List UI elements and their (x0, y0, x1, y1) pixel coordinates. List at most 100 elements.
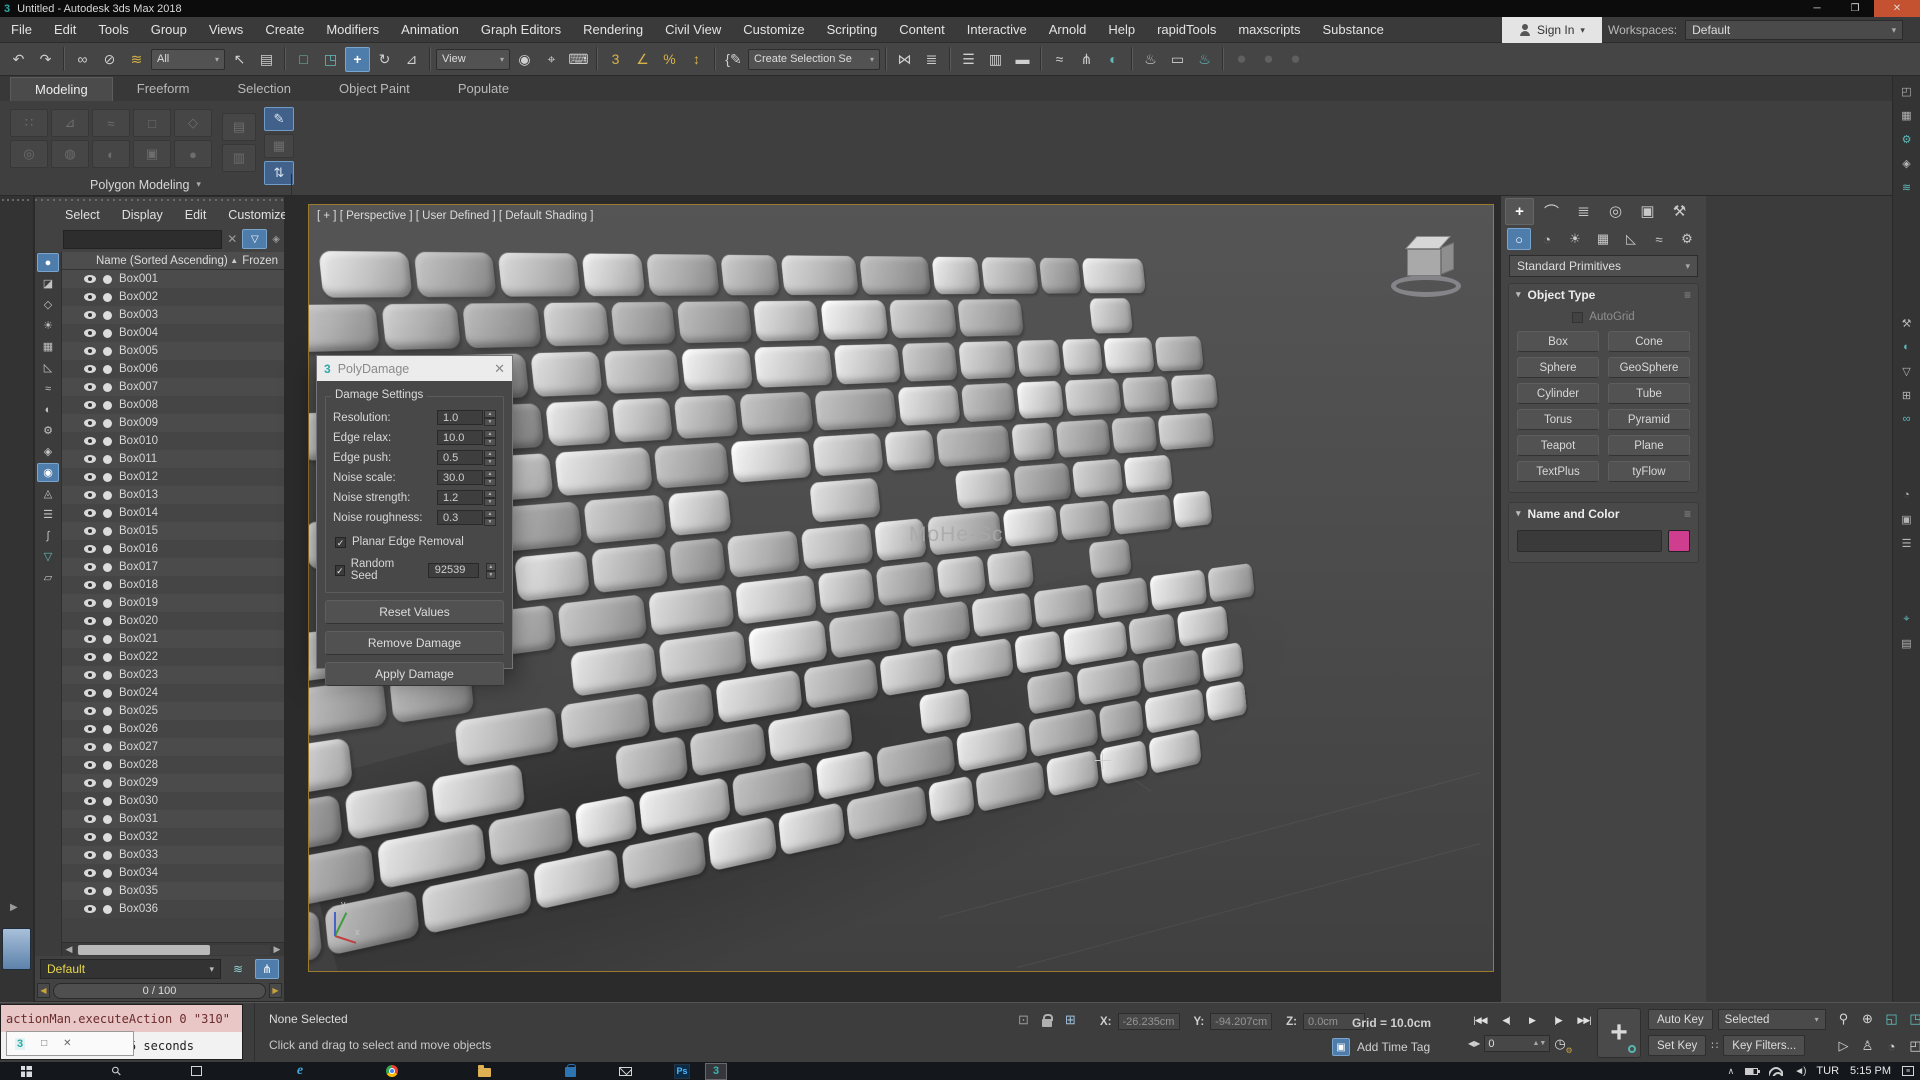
zoom-extents-all-button[interactable]: ◳ (1905, 1007, 1920, 1031)
setting-value-field[interactable]: 1.2 (437, 490, 483, 505)
menu-item[interactable]: Tools (87, 22, 139, 37)
ribbon-tab-object-paint[interactable]: Object Paint (315, 77, 434, 101)
hierarchy-view-icon[interactable]: ⋔ (255, 959, 279, 979)
action-center-icon[interactable]: ≡ (1902, 1066, 1914, 1076)
explorer-row[interactable]: Box034 (62, 864, 284, 882)
select-object-icon[interactable]: ↖ (227, 47, 252, 72)
go-to-end-button[interactable]: ▶▶| (1572, 1009, 1596, 1031)
primitive-button[interactable]: Pyramid (1608, 409, 1690, 430)
toolbar-icon[interactable] (284, 47, 286, 71)
orbit-button[interactable]: ◔ (1881, 1034, 1902, 1058)
visibility-eye-icon[interactable] (84, 761, 96, 769)
visibility-eye-icon[interactable] (84, 527, 96, 535)
minimize-button[interactable]: ─ (1798, 0, 1836, 17)
toolbar-icon[interactable] (714, 47, 716, 71)
ribbon-tab-selection[interactable]: Selection (214, 77, 315, 101)
visibility-eye-icon[interactable] (84, 581, 96, 589)
dialog-close-icon[interactable]: ✕ (494, 361, 505, 377)
menu-item[interactable]: Rendering (572, 22, 654, 37)
file-explorer-icon[interactable] (470, 1062, 498, 1080)
menu-item[interactable]: Edit (43, 22, 87, 37)
restore-icon[interactable]: □ (41, 1038, 47, 1049)
wifi-icon[interactable] (1769, 1066, 1783, 1076)
explorer-row[interactable]: Box001 (62, 270, 284, 288)
workspace-dropdown[interactable]: Default ▾ (1685, 20, 1903, 40)
primitive-button[interactable]: Box (1517, 331, 1599, 352)
right-dock-icon-12[interactable]: ▣ (1897, 510, 1917, 528)
close-button[interactable]: ✕ (1874, 0, 1920, 17)
explorer-row[interactable]: Box015 (62, 522, 284, 540)
panel-tab-modify[interactable]: ⌒ (1537, 198, 1566, 225)
toolbar-icon[interactable] (1040, 47, 1042, 71)
sign-in-button[interactable]: Sign In ▾ (1502, 17, 1602, 43)
menu-item[interactable]: Help (1097, 22, 1146, 37)
go-to-start-button[interactable]: |◀◀ (1468, 1009, 1492, 1031)
key-mode-icon[interactable]: ∷ (1711, 1039, 1718, 1052)
explorer-row[interactable]: Box023 (62, 666, 284, 684)
spinner-control[interactable]: ▲▼ (484, 410, 496, 425)
dock-expand-arrow-icon[interactable]: ▶ (10, 902, 18, 913)
ribbon-btn-preview-1[interactable]: ◎ (10, 140, 48, 168)
primitive-button[interactable]: Torus (1517, 409, 1599, 430)
explorer-search-input[interactable] (63, 230, 222, 249)
visibility-eye-icon[interactable] (84, 347, 96, 355)
reference-coordinate-dropdown[interactable]: View (436, 49, 510, 70)
visibility-eye-icon[interactable] (84, 491, 96, 499)
explorer-row[interactable]: Box014 (62, 504, 284, 522)
primitive-button[interactable]: Plane (1608, 435, 1690, 456)
angle-snap-icon[interactable]: ∠ (630, 47, 655, 72)
explorer-row[interactable]: Box010 (62, 432, 284, 450)
filter-hierarchy-icon[interactable]: ☰ (37, 505, 59, 524)
explorer-row[interactable]: Box033 (62, 846, 284, 864)
visibility-eye-icon[interactable] (84, 905, 96, 913)
photoshop-icon[interactable]: Ps (668, 1062, 696, 1080)
lock-explorer-icon[interactable]: ◈ (272, 234, 280, 245)
menu-item[interactable]: Group (140, 22, 198, 37)
time-configuration-button[interactable]: ◷ (1554, 1036, 1565, 1052)
primitive-button[interactable]: GeoSphere (1608, 357, 1690, 378)
visibility-eye-icon[interactable] (84, 635, 96, 643)
filter-materials-icon[interactable]: ◐ (37, 400, 59, 419)
explorer-row[interactable]: Box007 (62, 378, 284, 396)
ribbon-tab-modeling[interactable]: Modeling (10, 77, 113, 101)
visibility-eye-icon[interactable] (84, 419, 96, 427)
render-flyout-icon-3[interactable]: ● (1283, 47, 1308, 72)
visibility-eye-icon[interactable] (84, 869, 96, 877)
x-coordinate-field[interactable]: -26.235cm (1118, 1013, 1180, 1030)
primitive-button[interactable]: Tube (1608, 383, 1690, 404)
menu-item[interactable]: Graph Editors (470, 22, 572, 37)
visibility-eye-icon[interactable] (84, 383, 96, 391)
panel-tab-create[interactable]: + (1505, 198, 1534, 225)
explorer-row[interactable]: Box028 (62, 756, 284, 774)
right-dock-icon-13[interactable]: ☰ (1897, 534, 1917, 552)
next-frame-button[interactable]: |▶ (1546, 1009, 1570, 1031)
explorer-row[interactable]: Box004 (62, 324, 284, 342)
zoom-extents-button[interactable]: ◱ (1881, 1007, 1902, 1031)
menu-item[interactable]: Substance (1311, 22, 1394, 37)
percent-snap-icon[interactable]: % (657, 47, 682, 72)
zoom-button[interactable]: ⚲ (1833, 1007, 1854, 1031)
selection-filter-dropdown[interactable]: All (151, 49, 225, 70)
isolate-selection-icon[interactable]: ⊡ (1018, 1012, 1029, 1028)
menu-item[interactable]: rapidTools (1146, 22, 1227, 37)
filter-funnel-icon[interactable]: ▽ (37, 547, 59, 566)
right-dock-icon-5[interactable]: ≋ (1897, 178, 1917, 196)
3dsmax-taskbar-icon[interactable]: 3 (702, 1062, 730, 1080)
spinner-control[interactable]: ▲▼ (484, 470, 496, 485)
align-icon[interactable]: ≣ (919, 47, 944, 72)
spinner-control[interactable]: ▲▼ (484, 510, 496, 525)
ribbon-btn-border[interactable]: ≈ (92, 109, 130, 137)
ribbon-btn-preview-5[interactable]: ● (174, 140, 212, 168)
maximize-button[interactable]: ❐ (1836, 0, 1874, 17)
right-dock-icon-3[interactable]: ⚙ (1897, 130, 1917, 148)
previous-frame-button[interactable]: ◀| (1494, 1009, 1518, 1031)
primitive-button[interactable]: Teapot (1517, 435, 1599, 456)
time-slider-prev-button[interactable]: ◀ (37, 983, 50, 998)
explorer-row[interactable]: Box017 (62, 558, 284, 576)
visibility-eye-icon[interactable] (84, 887, 96, 895)
horizontal-scrollbar[interactable]: ◀ ▶ (62, 942, 284, 956)
visibility-eye-icon[interactable] (84, 779, 96, 787)
visibility-eye-icon[interactable] (84, 437, 96, 445)
battery-icon[interactable] (1745, 1068, 1758, 1075)
dialog-button[interactable]: Apply Damage (325, 662, 504, 686)
